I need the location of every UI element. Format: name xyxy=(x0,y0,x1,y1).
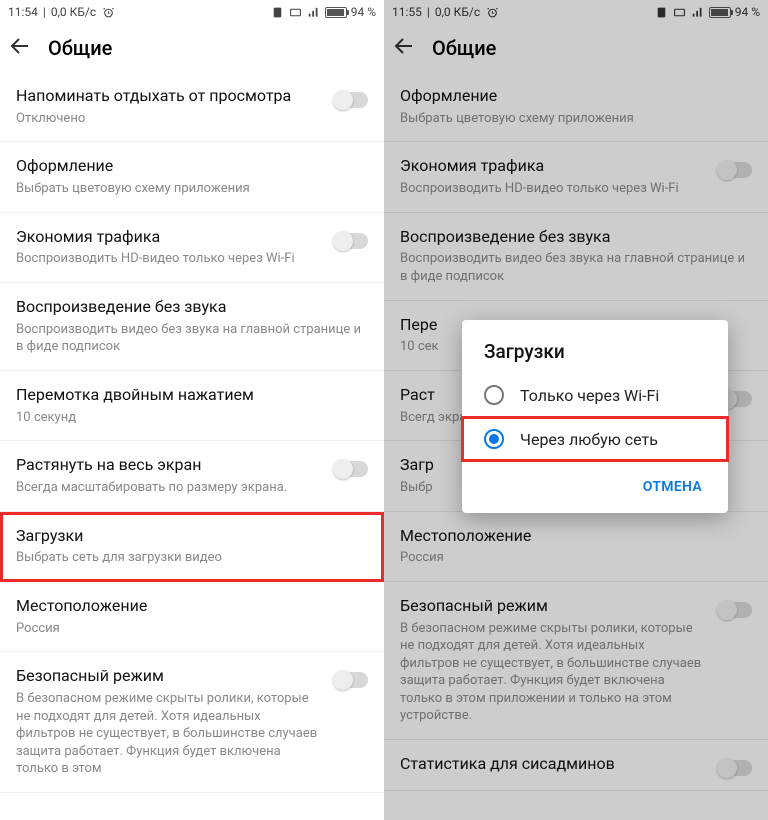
row-subtitle: 10 секунд xyxy=(16,409,368,427)
row-title: Безопасный режим xyxy=(16,666,322,687)
battery-icon xyxy=(325,7,347,18)
battery-percent: 94 % xyxy=(735,5,760,19)
settings-row[interactable]: Загрузки Выбрать сеть для загрузки видео xyxy=(0,512,384,582)
battery-icon xyxy=(709,7,731,18)
alarm-icon xyxy=(101,5,115,19)
row-title: Загрузки xyxy=(16,526,368,547)
row-title: Напоминать отдыхать от просмотра xyxy=(16,86,322,107)
volte-icon xyxy=(673,5,687,19)
page-title: Общие xyxy=(48,36,112,60)
row-subtitle: Отключено xyxy=(16,110,322,128)
settings-row[interactable]: Оформление Выбрать цветовую схему приложе… xyxy=(384,72,768,142)
dialog-title: Загрузки xyxy=(462,340,728,373)
row-subtitle: В безопасном режиме скрыты ролики, котор… xyxy=(16,690,322,778)
row-subtitle: Воспроизводить HD-видео только через Wi-… xyxy=(16,250,322,268)
settings-row[interactable]: Статистика для сисадминов xyxy=(384,740,768,791)
settings-row[interactable]: Напоминать отдыхать от просмотра Отключен… xyxy=(0,72,384,142)
back-icon[interactable] xyxy=(8,34,32,62)
toggle-switch[interactable] xyxy=(334,461,368,477)
status-net-speed: 0,0 КБ/с xyxy=(51,5,96,19)
alarm-icon xyxy=(485,5,499,19)
phone-left: 11:54 | 0,0 КБ/с 94 % Общие Напоминать о… xyxy=(0,0,384,820)
app-bar: Общие xyxy=(384,24,768,72)
settings-row[interactable]: Воспроизведение без звука Воспроизводить … xyxy=(0,283,384,371)
toggle-switch[interactable] xyxy=(334,92,368,108)
phone-right: 11:55 | 0,0 КБ/с 94 % Общие Оформление Вы… xyxy=(384,0,768,820)
dialog-option-label: Через любую сеть xyxy=(520,430,658,449)
row-title: Экономия трафика xyxy=(16,227,322,248)
row-title: Воспроизведение без звука xyxy=(400,227,752,248)
toggle-switch[interactable] xyxy=(718,760,752,776)
row-title: Перемотка двойным нажатием xyxy=(16,385,368,406)
status-net-speed: 0,0 КБ/с xyxy=(435,5,480,19)
row-subtitle: Воспроизводить видео без звука на главно… xyxy=(16,321,368,356)
settings-row[interactable]: Перемотка двойным нажатием 10 секунд xyxy=(0,371,384,441)
toggle-switch[interactable] xyxy=(718,162,752,178)
radio-icon[interactable] xyxy=(484,429,504,449)
row-subtitle: Россия xyxy=(16,620,368,638)
row-title: Статистика для сисадминов xyxy=(400,754,706,775)
row-subtitle: Выбрать сеть для загрузки видео xyxy=(16,549,368,567)
cancel-button[interactable]: ОТМЕНА xyxy=(633,471,712,503)
row-title: Местоположение xyxy=(16,596,368,617)
dialog-option[interactable]: Только через Wi-Fi xyxy=(462,373,728,417)
row-title: Местоположение xyxy=(400,526,752,547)
row-subtitle: Воспроизводить видео без звука на главно… xyxy=(400,250,752,285)
dialog-option-label: Только через Wi-Fi xyxy=(520,386,659,405)
signal-icon xyxy=(307,5,321,19)
dialog-option[interactable]: Через любую сеть xyxy=(462,417,728,461)
settings-row[interactable]: Местоположение Россия xyxy=(384,512,768,582)
app-bar: Общие xyxy=(0,24,384,72)
row-title: Растянуть на весь экран xyxy=(16,455,322,476)
volte-icon xyxy=(289,5,303,19)
signal-icon xyxy=(691,5,705,19)
status-time: 11:55 xyxy=(392,5,422,19)
row-subtitle: Выбрать цветовую схему приложения xyxy=(16,180,368,198)
toggle-switch[interactable] xyxy=(334,233,368,249)
status-time: 11:54 xyxy=(8,5,38,19)
row-title: Экономия трафика xyxy=(400,156,706,177)
row-subtitle: В безопасном режиме скрыты ролики, котор… xyxy=(400,620,706,725)
sim-icon xyxy=(271,5,285,19)
dialog-actions: ОТМЕНА xyxy=(462,461,728,513)
row-title: Безопасный режим xyxy=(400,596,706,617)
settings-row[interactable]: Оформление Выбрать цветовую схему приложе… xyxy=(0,142,384,212)
status-bar: 11:54 | 0,0 КБ/с 94 % xyxy=(0,0,384,24)
row-subtitle: Россия xyxy=(400,549,752,567)
battery-percent: 94 % xyxy=(351,5,376,19)
page-title: Общие xyxy=(432,36,496,60)
row-title: Воспроизведение без звука xyxy=(16,297,368,318)
row-subtitle: Воспроизводить HD-видео только через Wi-… xyxy=(400,180,706,198)
row-title: Оформление xyxy=(16,156,368,177)
settings-row[interactable]: Воспроизведение без звукаВоспроизводить … xyxy=(384,213,768,301)
settings-row[interactable]: Растянуть на весь экран Всегда масштабиро… xyxy=(0,441,384,511)
radio-icon[interactable] xyxy=(484,385,504,405)
settings-row[interactable]: Экономия трафика Воспроизводить HD-видео … xyxy=(384,142,768,212)
row-subtitle: Выбрать цветовую схему приложения xyxy=(400,110,752,128)
row-title: Оформление xyxy=(400,86,752,107)
back-icon[interactable] xyxy=(392,34,416,62)
downloads-dialog: Загрузки Только через Wi-Fi Через любую с… xyxy=(462,320,728,513)
settings-row[interactable]: Экономия трафика Воспроизводить HD-видео … xyxy=(0,213,384,283)
toggle-switch[interactable] xyxy=(334,672,368,688)
toggle-switch[interactable] xyxy=(718,602,752,618)
settings-row[interactable]: Безопасный режим В безопасном режиме скры… xyxy=(0,652,384,793)
settings-list[interactable]: Напоминать отдыхать от просмотра Отключен… xyxy=(0,72,384,820)
status-bar: 11:55 | 0,0 КБ/с 94 % xyxy=(384,0,768,24)
settings-row[interactable]: Местоположение Россия xyxy=(0,582,384,652)
sim-icon xyxy=(655,5,669,19)
settings-row[interactable]: Безопасный режим В безопасном режиме скры… xyxy=(384,582,768,740)
row-subtitle: Всегда масштабировать по размеру экрана. xyxy=(16,479,322,497)
